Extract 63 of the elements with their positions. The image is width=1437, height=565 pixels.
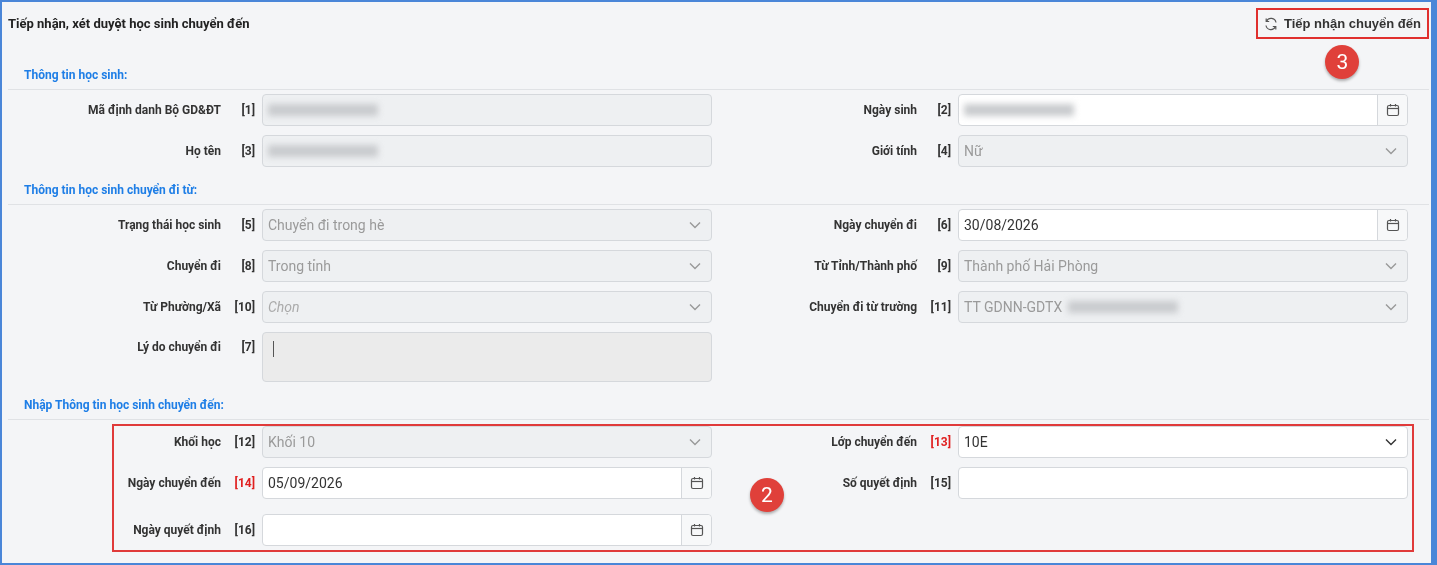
- field-value: 10E: [964, 434, 988, 450]
- chevron-down-icon: [1385, 438, 1397, 446]
- field-label: Ngày sinh: [862, 103, 917, 117]
- field-label: Họ tên: [184, 144, 221, 158]
- field-placeholder: Chọn: [268, 299, 300, 315]
- field-label: Trạng thái học sinh: [116, 218, 221, 232]
- field-number: [12]: [233, 435, 255, 449]
- calendar-icon[interactable]: [1385, 103, 1400, 117]
- dropdown-field[interactable]: 10E: [958, 426, 1408, 458]
- calendar-icon[interactable]: [689, 523, 704, 537]
- calendar-icon[interactable]: [689, 476, 704, 490]
- field-label: Số quyết định: [841, 476, 917, 490]
- field-number: [13]: [929, 435, 951, 449]
- receive-transfer-button[interactable]: Tiếp nhận chuyển đến: [1256, 8, 1429, 39]
- field-label: Mã định danh Bộ GD&ĐT: [87, 103, 221, 117]
- step-badge: 2: [750, 478, 784, 512]
- field-number: [4]: [936, 144, 951, 158]
- page-title: Tiếp nhận, xét duyệt học sinh chuyển đến: [8, 16, 250, 31]
- field-number: [5]: [240, 218, 255, 232]
- field-number: [9]: [936, 259, 951, 273]
- date-field[interactable]: 05/09/2026: [262, 467, 712, 499]
- field-number: [7]: [240, 340, 255, 354]
- chevron-down-icon: [689, 221, 701, 229]
- field-label: Chuyển đi từ trường: [808, 300, 917, 314]
- field-label: Từ Phường/Xã: [141, 300, 221, 314]
- field-number: [8]: [240, 259, 255, 273]
- field-number: [16]: [233, 523, 255, 537]
- field-number: [15]: [929, 476, 951, 490]
- field-number: [3]: [240, 144, 255, 158]
- chevron-down-icon: [1385, 147, 1397, 155]
- chevron-down-icon: [689, 262, 701, 270]
- field-label: Lớp chuyển đến: [830, 435, 917, 449]
- field-value: TT GDNN-GDTX: [964, 299, 1063, 315]
- field-value: Nữ: [964, 143, 983, 159]
- section-title: Nhập Thông tin học sinh chuyển đến:: [8, 392, 1429, 420]
- field-number: [1]: [240, 103, 255, 117]
- chevron-down-icon: [1385, 303, 1397, 311]
- field-label: Khối học: [172, 435, 221, 449]
- date-field[interactable]: [958, 94, 1408, 126]
- chevron-down-icon: [689, 438, 701, 446]
- field-value: Khối 10: [268, 434, 316, 450]
- field-value: 05/09/2026: [268, 475, 343, 491]
- field-number: [6]: [936, 218, 951, 232]
- field-number: [11]: [929, 300, 951, 314]
- field-label: Ngày chuyển đến: [126, 476, 221, 490]
- field-label: Chuyển đi: [165, 259, 221, 273]
- field-label: Lý do chuyển đi: [136, 340, 221, 354]
- chevron-down-icon: [1385, 262, 1397, 270]
- chevron-down-icon: [689, 303, 701, 311]
- field-number: [2]: [936, 103, 951, 117]
- field-label: Ngày chuyển đi: [832, 218, 917, 232]
- field-label: Từ Tỉnh/Thành phố: [813, 259, 917, 273]
- section-title: Thông tin học sinh chuyển đi từ:: [8, 177, 1429, 205]
- field-value: 30/08/2026: [964, 217, 1039, 233]
- date-field[interactable]: [262, 514, 712, 546]
- refresh-icon: [1264, 16, 1278, 31]
- field-number: [14]: [233, 476, 255, 490]
- field-label: Ngày quyết định: [132, 523, 221, 537]
- field-number: [10]: [233, 300, 255, 314]
- calendar-icon[interactable]: [1385, 218, 1400, 232]
- date-field[interactable]: 30/08/2026: [958, 209, 1408, 241]
- input-field[interactable]: [958, 467, 1408, 499]
- field-label: Giới tính: [870, 144, 917, 158]
